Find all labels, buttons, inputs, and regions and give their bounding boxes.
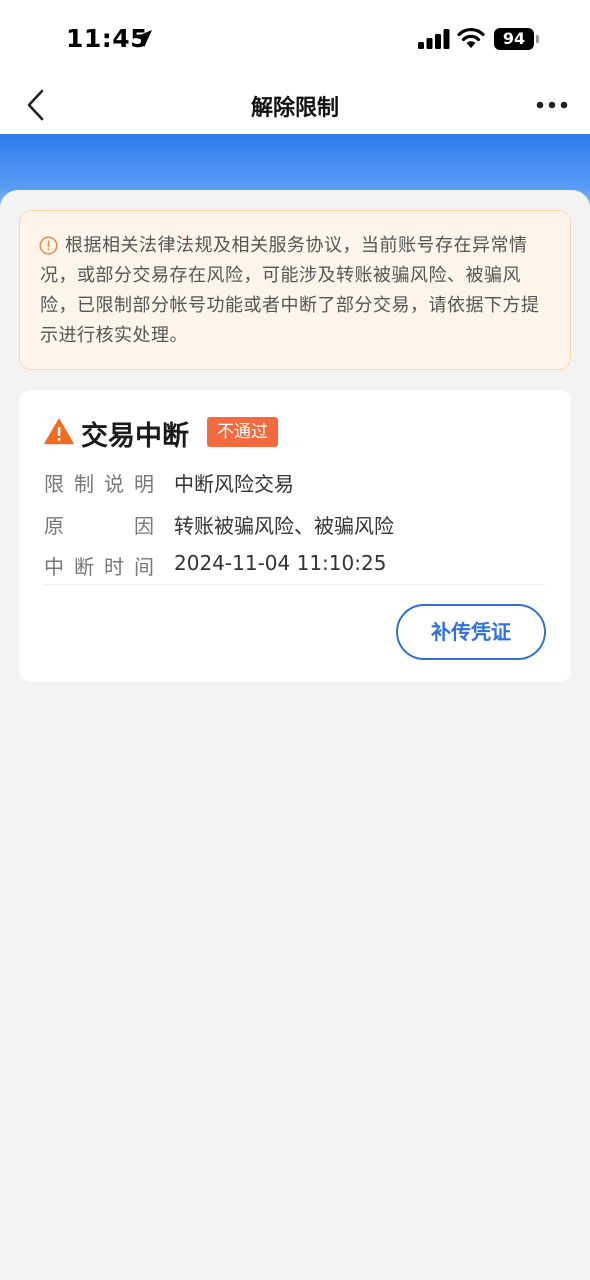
info-value: 2024-11-04 11:10:25 [174, 551, 387, 575]
battery-cap [536, 35, 539, 43]
location-arrow-icon [134, 30, 152, 48]
info-label: 中断时间 [44, 551, 154, 580]
info-value: 中断风险交易 [174, 472, 294, 496]
label-char: 断 [74, 555, 94, 579]
risk-notice: 根据相关法律法规及相关服务协议，当前账号存在异常情况，或部分交易存在风险，可能涉… [19, 210, 571, 370]
page-title: 解除限制 [250, 96, 339, 121]
info-label: 原因 [44, 510, 154, 539]
wifi-icon [457, 27, 485, 48]
label-char: 说 [104, 472, 124, 496]
battery-indicator: 94 [494, 28, 534, 50]
label-char: 间 [134, 555, 154, 579]
card-title: 交易中断 [81, 421, 189, 452]
label-char: 限 [44, 472, 64, 496]
restriction-card: 交易中断 不通过 限制说明 中断风险交易 原因 转账被骗风险、被骗风险 中断时间… [19, 390, 571, 682]
label-char: 制 [74, 472, 94, 496]
label-char: 明 [134, 472, 154, 496]
status-badge: 不通过 [207, 417, 278, 447]
warning-triangle-icon [44, 418, 74, 445]
back-chevron-icon[interactable] [22, 88, 54, 122]
info-value: 转账被骗风险、被骗风险 [174, 514, 394, 538]
cellular-signal-icon [418, 29, 450, 49]
more-options-icon[interactable] [536, 98, 568, 112]
info-label: 限制说明 [44, 468, 154, 497]
info-icon [39, 236, 58, 255]
label-char: 因 [134, 514, 154, 538]
divider [44, 584, 545, 585]
upload-proof-button[interactable]: 补传凭证 [396, 604, 546, 660]
label-char: 原 [44, 514, 64, 538]
status-bar: 11:45 94 [0, 0, 590, 78]
nav-bar: 解除限制 [0, 78, 590, 134]
label-char: 中 [44, 555, 64, 579]
label-char: 时 [104, 555, 124, 579]
notice-text: 根据相关法律法规及相关服务协议，当前账号存在异常情况，或部分交易存在风险，可能涉… [40, 235, 540, 346]
